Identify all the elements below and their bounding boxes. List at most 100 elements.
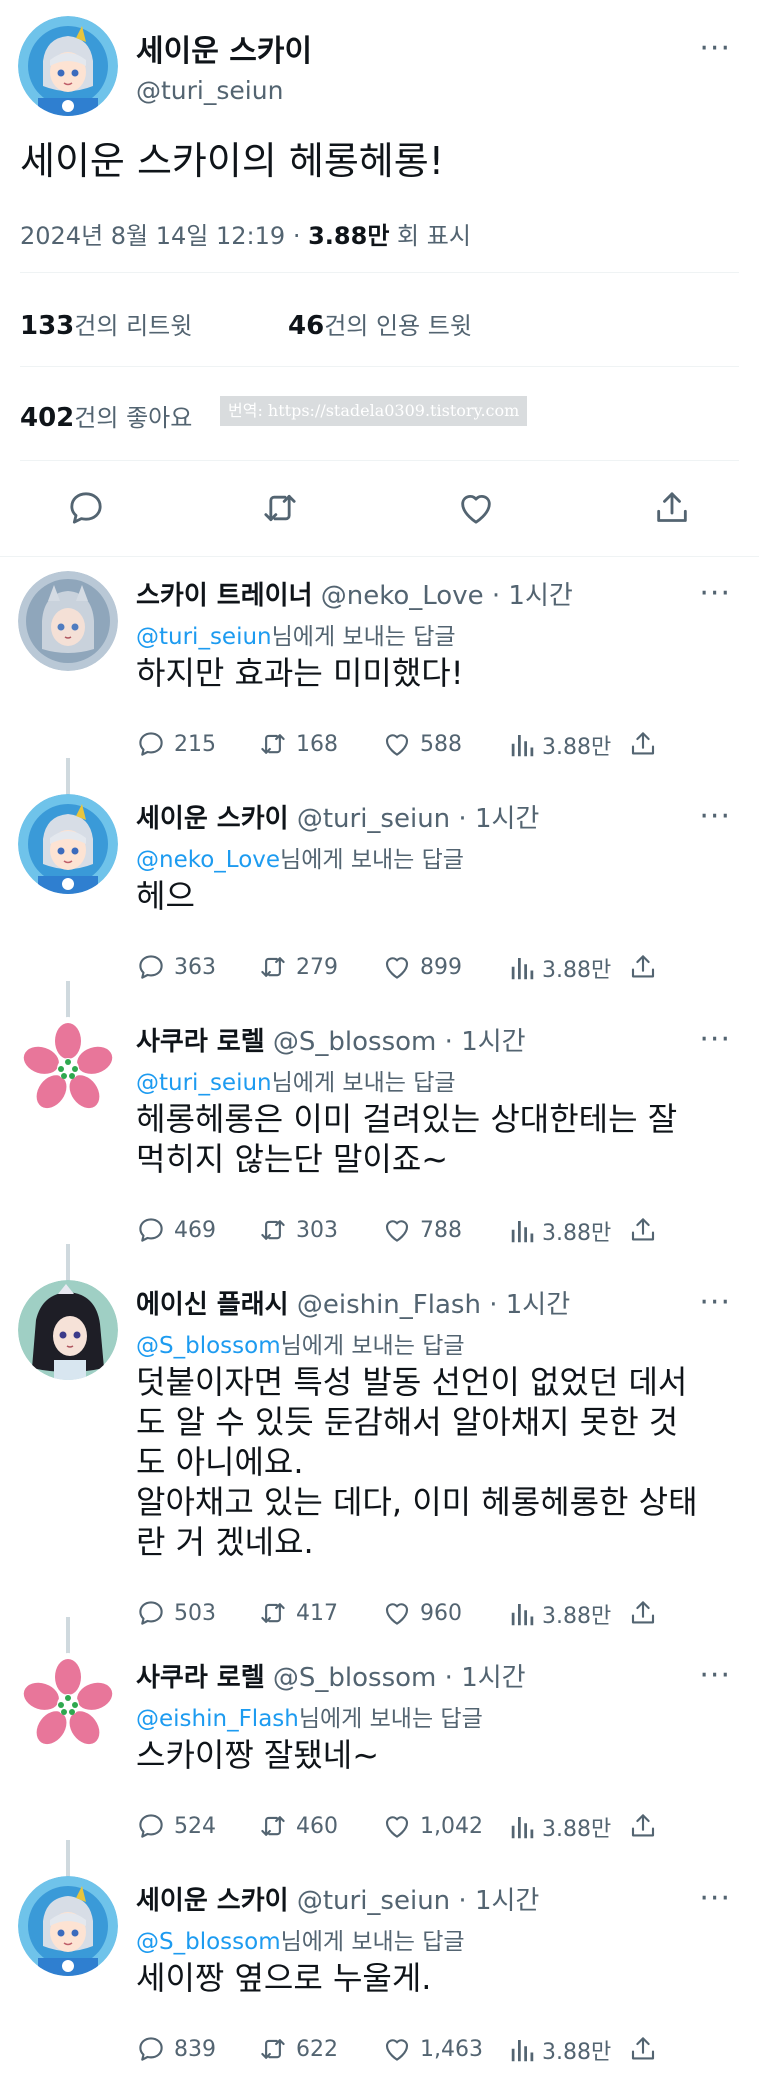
retweet-stat[interactable]: 133건의 리트윗 [20,306,192,341]
reply-tweet[interactable]: 사쿠라 로렐 @S_blossom · 1시간 ··· @eishin_Flash님… [0,1617,759,1861]
reply-time[interactable]: 1시간 [475,804,539,834]
avatar[interactable] [18,1280,118,1380]
views-button[interactable]: 3.88만 [508,729,611,761]
like-stat[interactable]: 402건의 좋아요 [20,398,192,433]
share-button[interactable] [628,952,658,982]
reply-button[interactable]: 839 [136,2034,216,2064]
reply-tweet[interactable]: 세이운 스카이 @turi_seiun · 1시간 ··· @S_blossom님에… [0,1840,759,2079]
more-dots-icon[interactable]: ··· [699,802,731,832]
retweet-count: 133 [20,311,75,341]
share-button[interactable] [628,729,658,759]
reply-tweet[interactable]: 에이신 플래시 @eishin_Flash · 1시간 ··· @S_blossom… [0,1244,759,1638]
reply-actions: 503 417 960 3.88만 [136,1598,736,1634]
share-button[interactable] [628,1598,658,1628]
reply-time[interactable]: 1시간 [506,1290,570,1320]
reply-button[interactable]: 469 [136,1215,216,1245]
views-button[interactable]: 3.88만 [508,1811,611,1843]
views-button[interactable]: 3.88만 [508,1215,611,1247]
reply-to-mention[interactable]: @turi_seiun [136,624,272,650]
speech-bubble-icon[interactable] [66,488,106,528]
reply-to-mention[interactable]: @eishin_Flash [136,1706,299,1732]
like-button[interactable]: 1,463 [382,2034,483,2064]
reply-button[interactable]: 363 [136,952,216,982]
bar-chart-icon [508,953,538,983]
more-dots-icon[interactable]: ··· [699,1288,731,1318]
share-button[interactable] [628,2034,658,2064]
user-handle[interactable]: @S_blossom [273,1027,436,1057]
display-name[interactable]: 세이운 스카이 [136,804,289,834]
reply-button[interactable]: 215 [136,729,216,759]
user-handle[interactable]: @turi_seiun [136,76,283,105]
like-button[interactable]: 899 [382,952,462,982]
replying-to: @eishin_Flash님에게 보내는 답글 [136,1699,483,1733]
reply-tweet[interactable]: 스카이 트레이너 @neko_Love · 1시간 ··· @turi_seiun님… [0,557,759,779]
retweet-button[interactable]: 622 [258,2034,338,2064]
reply-time[interactable]: 1시간 [461,1027,525,1057]
meta-separator: · [444,1027,453,1057]
bar-chart-icon [508,1216,538,1246]
heart-icon [382,2034,412,2064]
reply-time[interactable]: 1시간 [475,1886,539,1916]
reply-header: 스카이 트레이너 @neko_Love · 1시간 [136,575,573,612]
heart-icon[interactable] [456,488,496,528]
user-handle[interactable]: @eishin_Flash [297,1290,481,1320]
views-button[interactable]: 3.88만 [508,2034,611,2066]
more-dots-icon[interactable]: ··· [699,1661,731,1691]
avatar[interactable] [18,1876,118,1976]
avatar[interactable] [18,1017,118,1117]
display-name[interactable]: 세이운 스카이 [136,1886,289,1916]
reply-button[interactable]: 503 [136,1598,216,1628]
share-button[interactable] [628,1215,658,1245]
reply-tweet[interactable]: 세이운 스카이 @turi_seiun · 1시간 ··· @neko_Love님에… [0,758,759,1002]
tweet-timestamp[interactable]: 2024년 8월 14일 12:19 [20,222,285,250]
retweet-button[interactable]: 303 [258,1215,338,1245]
like-button[interactable]: 960 [382,1598,462,1628]
retweet-button[interactable]: 279 [258,952,338,982]
reply-to-mention[interactable]: @S_blossom [136,1333,281,1359]
reply-to-mention[interactable]: @neko_Love [136,847,280,873]
display-name[interactable]: 사쿠라 로렐 [136,1663,265,1693]
display-name[interactable]: 스카이 트레이너 [136,581,313,611]
retweet-button[interactable]: 460 [258,1811,338,1841]
like-button[interactable]: 1,042 [382,1811,483,1841]
retweet-count: 303 [296,1217,338,1243]
views-button[interactable]: 3.88만 [508,952,611,984]
more-dots-icon[interactable]: ··· [699,1025,731,1055]
reply-button[interactable]: 524 [136,1811,216,1841]
reply-time[interactable]: 1시간 [508,581,572,611]
reply-tweet[interactable]: 사쿠라 로렐 @S_blossom · 1시간 ··· @turi_seiun님에게… [0,981,759,1265]
reply-header: 에이신 플래시 @eishin_Flash · 1시간 [136,1284,570,1321]
user-handle[interactable]: @neko_Love [321,581,484,611]
retweet-icon[interactable] [260,488,300,528]
reply-to-mention[interactable]: @turi_seiun [136,1070,272,1096]
views-button[interactable]: 3.88만 [508,1598,611,1630]
avatar[interactable] [18,571,118,671]
user-handle[interactable]: @turi_seiun [297,1886,450,1916]
user-handle[interactable]: @turi_seiun [297,804,450,834]
user-handle[interactable]: @S_blossom [273,1663,436,1693]
more-dots-icon[interactable]: ··· [699,1884,731,1914]
avatar[interactable] [18,1653,118,1753]
avatar[interactable] [18,794,118,894]
reply-to-mention[interactable]: @S_blossom [136,1929,281,1955]
share-button[interactable] [628,1811,658,1841]
heart-icon [382,952,412,982]
more-dots-icon[interactable]: ··· [699,579,731,609]
tweet-meta: 2024년 8월 14일 12:19 · 3.88만 회 표시 [20,216,471,251]
retweet-button[interactable]: 168 [258,729,338,759]
more-dots-icon[interactable]: ··· [699,34,731,64]
quote-stat[interactable]: 46건의 인용 트윗 [288,306,472,341]
share-icon[interactable] [652,488,692,528]
tweet-text: 세이운 스카이의 헤롱헤롱! [20,139,444,183]
retweet-button[interactable]: 417 [258,1598,338,1628]
reply-time[interactable]: 1시간 [461,1663,525,1693]
view-count: 3.88만 [542,1817,612,1842]
avatar[interactable] [18,16,118,116]
like-button[interactable]: 788 [382,1215,462,1245]
display-name[interactable]: 세이운 스카이 [136,26,312,70]
view-count: 3.88만 [308,222,390,250]
speech-bubble-icon [136,952,166,982]
display-name[interactable]: 에이신 플래시 [136,1290,289,1320]
like-button[interactable]: 588 [382,729,462,759]
display-name[interactable]: 사쿠라 로렐 [136,1027,265,1057]
